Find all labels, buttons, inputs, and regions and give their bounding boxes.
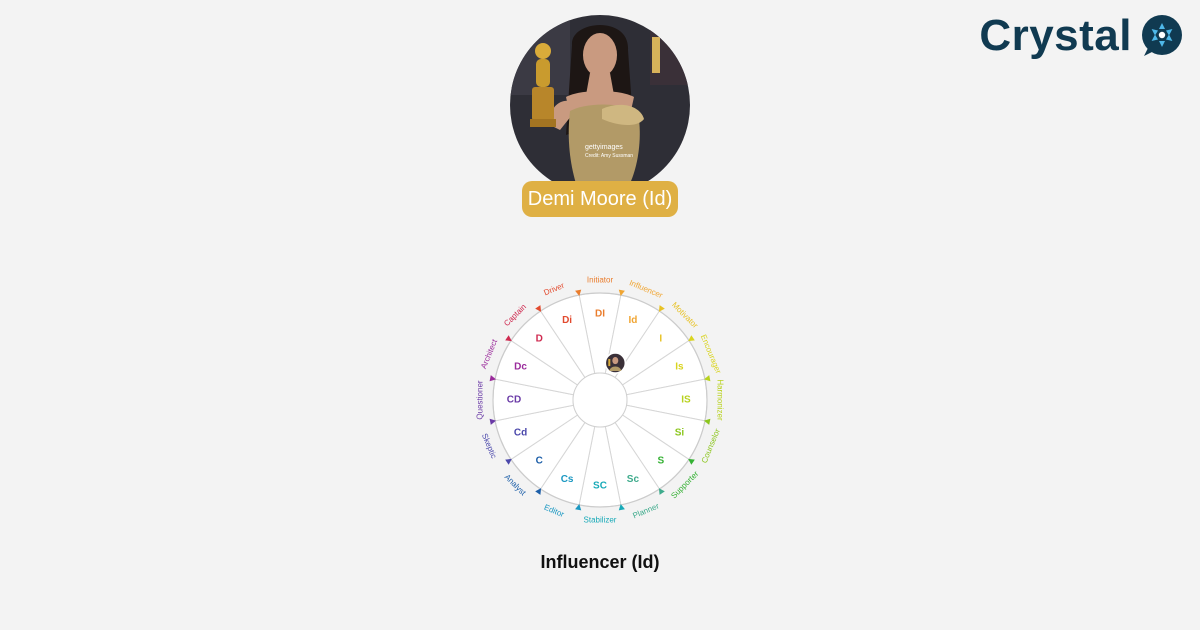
logo-wordmark: Crystal	[979, 11, 1132, 60]
wheel-name-architect: Architect	[479, 337, 500, 370]
wheel-marker-triangle	[505, 458, 512, 465]
wheel-name-skeptic: Skeptic	[480, 432, 498, 460]
name-badge: Demi Moore (Id)	[522, 181, 678, 217]
wheel-code-Si: Si	[675, 427, 685, 438]
person-photo-icon: gettyimages Credit: Amy Sussman	[510, 15, 690, 195]
wheel-code-SC: SC	[593, 481, 607, 492]
profile-photo: gettyimages Credit: Amy Sussman	[510, 15, 690, 195]
wheel-name-driver: Driver	[542, 281, 565, 298]
wheel-center	[572, 372, 628, 428]
wheel-name-stabilizer: Stabilizer	[584, 516, 617, 525]
wheel-marker-triangle	[658, 488, 665, 495]
profile-marker-avatar[interactable]	[604, 352, 627, 374]
wheel-code-DI: DI	[595, 309, 605, 320]
wheel-code-Di: Di	[562, 315, 572, 326]
wheel-marker-triangle	[535, 488, 542, 495]
wheel-marker-triangle	[658, 305, 665, 312]
disc-wheel[interactable]: DI Initiator Id Influencer I Motivator Is Encou…	[465, 265, 735, 535]
crystal-logo[interactable]: Crystal	[979, 14, 1184, 58]
wheel-code-CD: CD	[507, 395, 521, 406]
wheel-name-questioner: Questioner	[476, 380, 485, 419]
wheel-code-Sc: Sc	[627, 474, 640, 485]
wheel-name-harmonizer: Harmonizer	[716, 379, 725, 421]
crystal-logo-icon	[1142, 15, 1182, 56]
wheel-code-Dc: Dc	[514, 362, 527, 373]
wheel-name-initiator: Initiator	[587, 276, 614, 285]
wheel-code-Id: Id	[628, 315, 637, 326]
personality-type-label: Influencer (Id)	[540, 552, 660, 572]
wheel-code-C: C	[536, 455, 543, 466]
wheel-name-counselor: Counselor	[700, 427, 722, 464]
wheel-marker-triangle	[688, 335, 695, 342]
watermark-text-1: gettyimages	[585, 144, 623, 151]
wheel-name-planner: Planner	[631, 501, 660, 520]
wheel-code-S: S	[657, 455, 664, 466]
wheel-code-D: D	[536, 334, 543, 345]
wheel-marker-triangle	[688, 458, 695, 465]
wheel-code-IS: IS	[681, 395, 691, 406]
wheel-code-Is: Is	[675, 362, 684, 373]
disc-wheel-graphic: DIInitiatorIdInfluencerIMotivatorIs Encou…	[476, 276, 725, 525]
wheel-name-influencer: Influencer	[628, 278, 664, 300]
wheel-marker-triangle	[505, 335, 512, 342]
wheel-code-Cs: Cs	[561, 474, 574, 485]
wheel-name-editor: Editor	[543, 503, 566, 519]
wheel-code-Cd: Cd	[514, 427, 527, 438]
wheel-marker-triangle	[535, 305, 542, 312]
watermark-text-2: Credit: Amy Sussman	[585, 153, 633, 159]
wheel-code-I: I	[659, 334, 662, 345]
